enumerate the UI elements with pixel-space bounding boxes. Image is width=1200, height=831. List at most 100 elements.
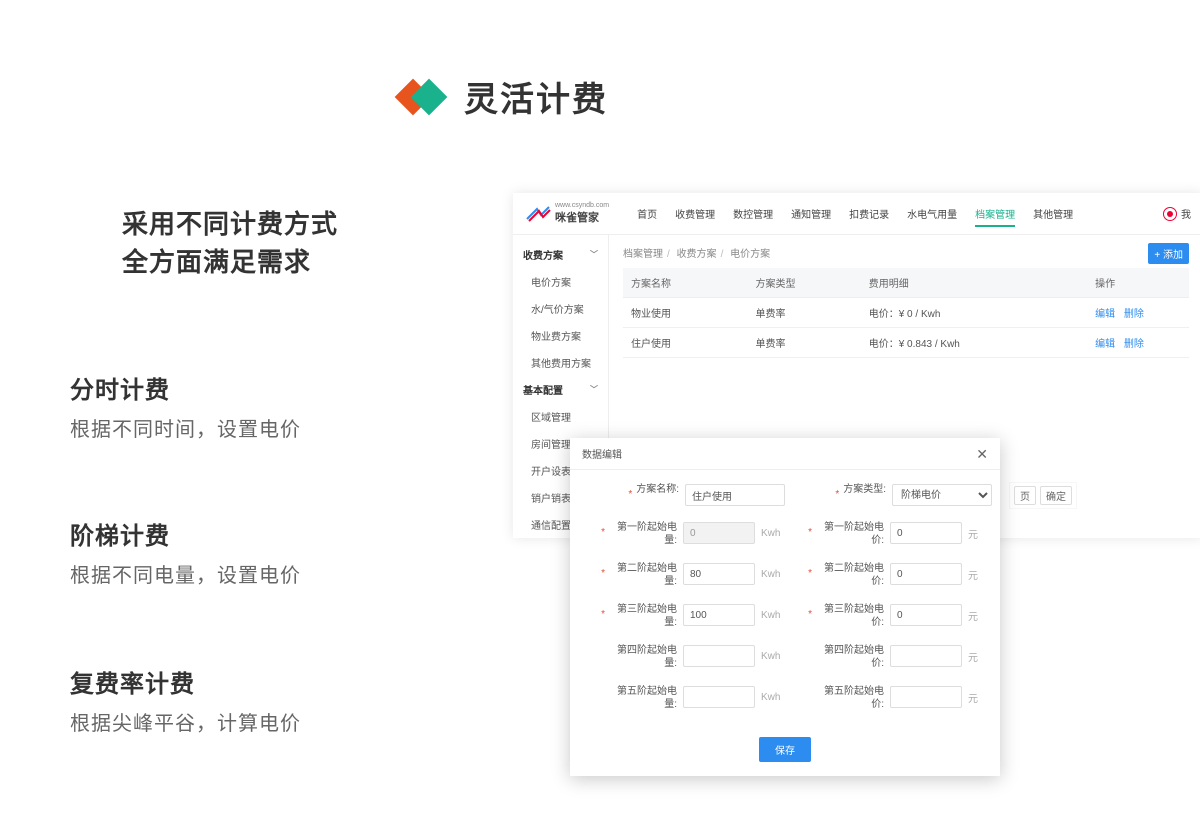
label-qty: 第四阶起始电量: (609, 645, 677, 670)
edit-link[interactable]: 编辑 (1095, 309, 1115, 320)
nav-cnc[interactable]: 数控管理 (733, 194, 773, 233)
nav-notify[interactable]: 通知管理 (791, 194, 831, 233)
qty-input[interactable] (683, 563, 755, 585)
table-row: 住户使用 单费率 电价：¥ 0.843 / Kwh 编辑 删除 (623, 328, 1189, 358)
label-price: 第二阶起始电价: (816, 563, 884, 588)
modal-body: *方案名称: *方案类型: 阶梯电价 *第一阶起始电量:Kwh*第一阶起始电价:… (570, 470, 1000, 733)
sidebar-item-property-plan[interactable]: 物业费方案 (513, 322, 608, 349)
qty-input[interactable] (683, 686, 755, 708)
user-label: 我 (1181, 206, 1191, 221)
form-row-tier: 第五阶起始电量:Kwh 第五阶起始电价: 元 (578, 686, 992, 711)
form-pair-price: *第一阶起始电价:元 (785, 522, 992, 547)
sidebar-group-fees[interactable]: 收费方案 ﹀ (513, 241, 608, 268)
nav-deduct[interactable]: 扣费记录 (849, 194, 889, 233)
plan-name-input[interactable] (685, 484, 785, 506)
qty-input (683, 522, 755, 544)
plan-type-select[interactable]: 阶梯电价 (892, 484, 992, 506)
unit-kwh: Kwh (761, 528, 785, 539)
breadcrumb: 档案管理/ 收费方案/ 电价方案 (623, 245, 1189, 260)
plans-table: 方案名称 方案类型 费用明细 操作 物业使用 单费率 电价：¥ 0 / Kwh … (623, 268, 1189, 358)
breadcrumb-1[interactable]: 收费方案 (677, 249, 717, 260)
label-plan-name: 方案名称: (636, 484, 679, 497)
user-menu[interactable]: 我 (1163, 206, 1191, 221)
sidebar-item-water-plan[interactable]: 水/气价方案 (513, 295, 608, 322)
logo-icon (525, 205, 551, 223)
unit-kwh: Kwh (761, 651, 785, 662)
modal-header: 数据编辑 ✕ (570, 438, 1000, 470)
sidebar-item-area[interactable]: 区域管理 (513, 403, 608, 430)
form-row-tier: 第四阶起始电量: Kwh第四阶起始电价:元 (578, 645, 992, 670)
modal-title: 数据编辑 (582, 446, 622, 461)
unit-yuan: 元 (968, 690, 992, 705)
page-label: 页 (1014, 486, 1036, 505)
form-row-tier: *第一阶起始电量:Kwh*第一阶起始电价:元 (578, 522, 992, 547)
unit-yuan: 元 (968, 567, 992, 582)
qty-input[interactable] (683, 645, 755, 667)
label-price: 第五阶起始电价: (816, 686, 884, 711)
form-row-tier: *第三阶起始电量:Kwh*第三阶起始电价:元 (578, 604, 992, 629)
form-pair-qty: *第一阶起始电量:Kwh (578, 522, 785, 547)
form-pair-price: *第二阶起始电价:元 (785, 563, 992, 588)
breadcrumb-0[interactable]: 档案管理 (623, 249, 663, 260)
label-qty: 第三阶起始电量: (609, 604, 677, 629)
subtitle-line-1: 采用不同计费方式 (122, 206, 338, 244)
feature-1-desc: 根据不同时间，设置电价 (70, 413, 301, 442)
delete-link[interactable]: 删除 (1124, 309, 1144, 320)
nav-other[interactable]: 其他管理 (1033, 194, 1073, 233)
label-qty: 第五阶起始电量: (609, 686, 677, 711)
form-pair-name: *方案名称: (578, 484, 785, 506)
price-input[interactable] (890, 563, 962, 585)
close-icon[interactable]: ✕ (976, 447, 988, 461)
price-input[interactable] (890, 645, 962, 667)
subtitle: 采用不同计费方式 全方面满足需求 (122, 206, 338, 281)
price-input[interactable] (890, 604, 962, 626)
nav-home[interactable]: 首页 (637, 194, 657, 233)
subtitle-line-2: 全方面满足需求 (122, 244, 338, 282)
brand-url: www.csyndb.com (555, 202, 609, 209)
feature-1: 分时计费 根据不同时间，设置电价 (70, 370, 301, 442)
add-button[interactable]: + 添加 (1148, 243, 1189, 264)
form-pair-price: *第三阶起始电价:元 (785, 604, 992, 629)
cell-type: 单费率 (748, 298, 861, 328)
topbar: www.csyndb.com 咪雀管家 首页 收费管理 数控管理 通知管理 扣费… (513, 193, 1200, 235)
form-pair-price: 第四阶起始电价:元 (785, 645, 992, 670)
feature-2-title: 阶梯计费 (70, 516, 301, 551)
label-qty: 第一阶起始电量: (609, 522, 677, 547)
nav-archive[interactable]: 档案管理 (975, 194, 1015, 233)
sidebar-group-basic-label: 基本配置 (523, 382, 563, 397)
sidebar-item-other-plan[interactable]: 其他费用方案 (513, 349, 608, 376)
form-pair-qty: 第五阶起始电量:Kwh (578, 686, 785, 711)
form-pair-type: *方案类型: 阶梯电价 (785, 484, 992, 506)
edit-modal: 数据编辑 ✕ *方案名称: *方案类型: 阶梯电价 *第一阶起始电量:Kwh*第… (570, 438, 1000, 776)
price-input[interactable] (890, 522, 962, 544)
page-ok-button[interactable]: 确定 (1040, 486, 1072, 505)
brand-logo[interactable]: www.csyndb.com 咪雀管家 (525, 202, 609, 225)
cell-detail: 电价：¥ 0 / Kwh (861, 298, 1087, 328)
form-pair-qty: 第四阶起始电量: Kwh (578, 645, 785, 670)
user-icon (1163, 207, 1177, 221)
nav-usage[interactable]: 水电气用量 (907, 194, 957, 233)
form-row-name-type: *方案名称: *方案类型: 阶梯电价 (578, 484, 992, 506)
form-pair-qty: *第二阶起始电量:Kwh (578, 563, 785, 588)
topnav: 首页 收费管理 数控管理 通知管理 扣费记录 水电气用量 档案管理 其他管理 (637, 194, 1073, 233)
unit-kwh: Kwh (761, 569, 785, 580)
cell-type: 单费率 (748, 328, 861, 358)
col-action: 操作 (1087, 268, 1189, 298)
delete-link[interactable]: 删除 (1124, 339, 1144, 350)
nav-billing[interactable]: 收费管理 (675, 194, 715, 233)
price-input[interactable] (890, 686, 962, 708)
feature-3-title: 复费率计费 (70, 664, 301, 699)
diamond-icon (400, 74, 446, 120)
save-button[interactable]: 保存 (759, 737, 811, 762)
edit-link[interactable]: 编辑 (1095, 339, 1115, 350)
label-plan-type: 方案类型: (843, 484, 886, 497)
breadcrumb-2[interactable]: 电价方案 (730, 249, 770, 260)
brand-name: 咪雀管家 (555, 212, 599, 224)
sidebar-group-basic[interactable]: 基本配置 ﹀ (513, 376, 608, 403)
sidebar-item-elec-plan[interactable]: 电价方案 (513, 268, 608, 295)
feature-2-desc: 根据不同电量，设置电价 (70, 559, 301, 588)
unit-yuan: 元 (968, 649, 992, 664)
unit-yuan: 元 (968, 526, 992, 541)
qty-input[interactable] (683, 604, 755, 626)
label-price: 第三阶起始电价: (816, 604, 884, 629)
